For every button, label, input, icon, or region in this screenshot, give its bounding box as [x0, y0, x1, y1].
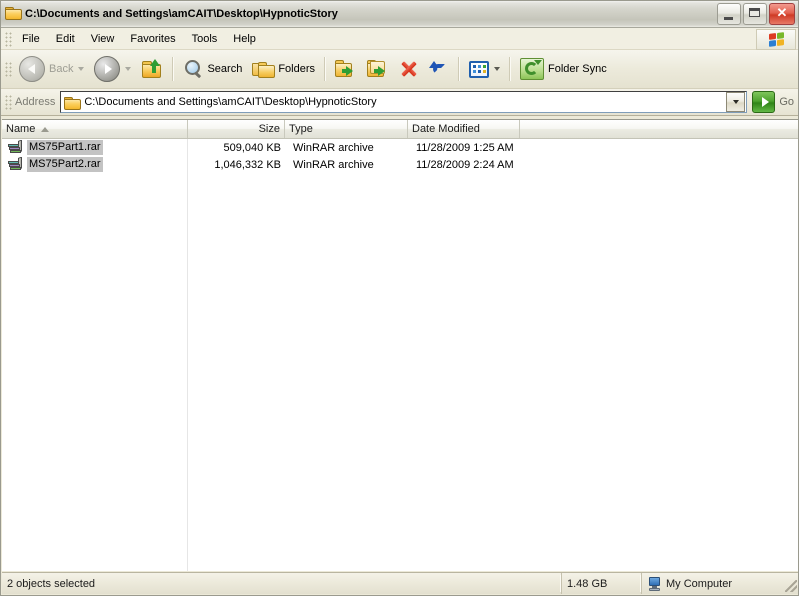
delete-x-icon: [399, 59, 419, 79]
maximize-button[interactable]: [743, 3, 767, 25]
back-button[interactable]: Back: [14, 51, 89, 87]
move-to-folder-icon: [335, 59, 357, 79]
column-header-name-label: Name: [6, 123, 36, 135]
minimize-button[interactable]: [717, 3, 741, 25]
folder-up-icon: [141, 59, 163, 79]
delete-button[interactable]: [394, 51, 424, 87]
back-chevron-down-icon[interactable]: [78, 67, 85, 71]
winrar-archive-icon: [8, 156, 24, 172]
toolbar: Back Search Folders Folder Sync: [1, 50, 798, 89]
toolbar-separator-4: [509, 57, 512, 81]
menu-bar: File Edit View Favorites Tools Help: [1, 28, 798, 50]
file-date: 11/28/2009 2:24 AM: [416, 158, 514, 171]
address-value: C:\Documents and Settings\amCAIT\Desktop…: [84, 96, 377, 108]
pane-divider: [187, 139, 188, 571]
sort-ascending-icon: [41, 126, 50, 132]
menu-tools[interactable]: Tools: [184, 31, 226, 47]
menu-view[interactable]: View: [83, 31, 123, 47]
views-tiles-icon: [469, 60, 490, 78]
file-type: WinRAR archive: [293, 141, 374, 154]
folder-icon: [5, 6, 21, 22]
folder-sync-button[interactable]: Folder Sync: [515, 51, 612, 87]
toolbar-gripper[interactable]: [4, 61, 12, 77]
address-bar: Address C:\Documents and Settings\amCAIT…: [1, 89, 798, 116]
column-header-name[interactable]: Name: [2, 120, 188, 138]
file-name: MS75Part2.rar: [27, 157, 103, 172]
search-label: Search: [207, 63, 243, 75]
back-arrow-icon: [19, 56, 45, 82]
folders-button[interactable]: Folders: [247, 51, 320, 87]
file-type: WinRAR archive: [293, 158, 374, 171]
status-bar: 2 objects selected 1.48 GB My Computer: [2, 572, 798, 594]
folder-sync-label: Folder Sync: [548, 63, 607, 75]
search-button[interactable]: Search: [178, 51, 247, 87]
undo-button[interactable]: [424, 51, 454, 87]
forward-arrow-icon: [94, 56, 121, 82]
views-button[interactable]: [464, 51, 505, 87]
folders-icon: [252, 59, 276, 79]
views-chevron-down-icon[interactable]: [494, 67, 501, 71]
winrar-archive-icon: [8, 139, 24, 155]
column-header-date[interactable]: Date Modified: [408, 120, 520, 138]
column-header-type[interactable]: Type: [285, 120, 408, 138]
windows-flag-icon: [756, 29, 796, 50]
chevron-down-icon: [732, 100, 739, 104]
menu-edit[interactable]: Edit: [48, 31, 83, 47]
table-row[interactable]: MS75Part1.rar 509,040 KB WinRAR archive …: [2, 139, 798, 156]
column-header-size[interactable]: Size: [188, 120, 285, 138]
move-to-button[interactable]: [330, 51, 362, 87]
address-folder-icon: [64, 96, 82, 110]
column-header-row: Name Size Type Date Modified: [2, 120, 798, 139]
menu-file[interactable]: File: [14, 31, 48, 47]
go-button[interactable]: Go: [752, 91, 794, 113]
close-icon: ✕: [776, 5, 788, 20]
toolbar-separator-2: [324, 57, 327, 81]
file-date: 11/28/2009 1:25 AM: [416, 141, 514, 154]
file-list: Name Size Type Date Modified MS75Part1.r…: [2, 119, 798, 571]
menu-gripper[interactable]: [4, 30, 12, 47]
column-header-type-label: Type: [289, 123, 313, 135]
status-size: 1.48 GB: [562, 573, 642, 594]
back-label: Back: [49, 63, 74, 75]
search-icon: [183, 59, 203, 79]
address-gripper[interactable]: [4, 94, 12, 110]
close-button[interactable]: ✕: [769, 3, 795, 25]
file-size: 1,046,332 KB: [214, 158, 281, 171]
menu-favorites[interactable]: Favorites: [122, 31, 183, 47]
status-location: My Computer: [642, 573, 798, 594]
copy-to-folder-icon: [367, 59, 389, 79]
column-header-filler: [520, 120, 798, 138]
window-title: C:\Documents and Settings\amCAIT\Desktop…: [25, 8, 338, 20]
copy-to-button[interactable]: [362, 51, 394, 87]
folder-sync-icon: [520, 58, 545, 80]
forward-button[interactable]: [89, 51, 136, 87]
address-label: Address: [15, 96, 56, 108]
address-input[interactable]: C:\Documents and Settings\amCAIT\Desktop…: [60, 91, 748, 113]
file-rows: MS75Part1.rar 509,040 KB WinRAR archive …: [2, 139, 798, 173]
forward-chevron-down-icon[interactable]: [125, 67, 132, 71]
go-arrow-icon: [752, 91, 776, 113]
up-one-level-button[interactable]: [136, 51, 168, 87]
file-name-cell[interactable]: MS75Part1.rar: [2, 139, 188, 156]
address-dropdown-button[interactable]: [726, 92, 746, 112]
go-label: Go: [779, 96, 794, 108]
my-computer-icon: [647, 576, 662, 591]
undo-arrow-icon: [429, 59, 449, 79]
resize-grip[interactable]: [785, 580, 797, 592]
folders-label: Folders: [278, 63, 316, 75]
table-row[interactable]: MS75Part2.rar 1,046,332 KB WinRAR archiv…: [2, 156, 798, 173]
file-name: MS75Part1.rar: [27, 140, 103, 155]
file-size: 509,040 KB: [223, 141, 282, 154]
column-header-date-label: Date Modified: [412, 123, 480, 135]
explorer-window: C:\Documents and Settings\amCAIT\Desktop…: [0, 0, 799, 596]
status-location-label: My Computer: [666, 577, 733, 590]
toolbar-separator: [172, 57, 175, 81]
toolbar-separator-3: [458, 57, 461, 81]
file-name-cell[interactable]: MS75Part2.rar: [2, 156, 188, 173]
menu-help[interactable]: Help: [225, 31, 264, 47]
title-bar: C:\Documents and Settings\amCAIT\Desktop…: [1, 1, 798, 28]
status-selection: 2 objects selected: [2, 573, 562, 594]
column-header-size-label: Size: [258, 123, 280, 135]
window-controls: ✕: [717, 3, 795, 25]
